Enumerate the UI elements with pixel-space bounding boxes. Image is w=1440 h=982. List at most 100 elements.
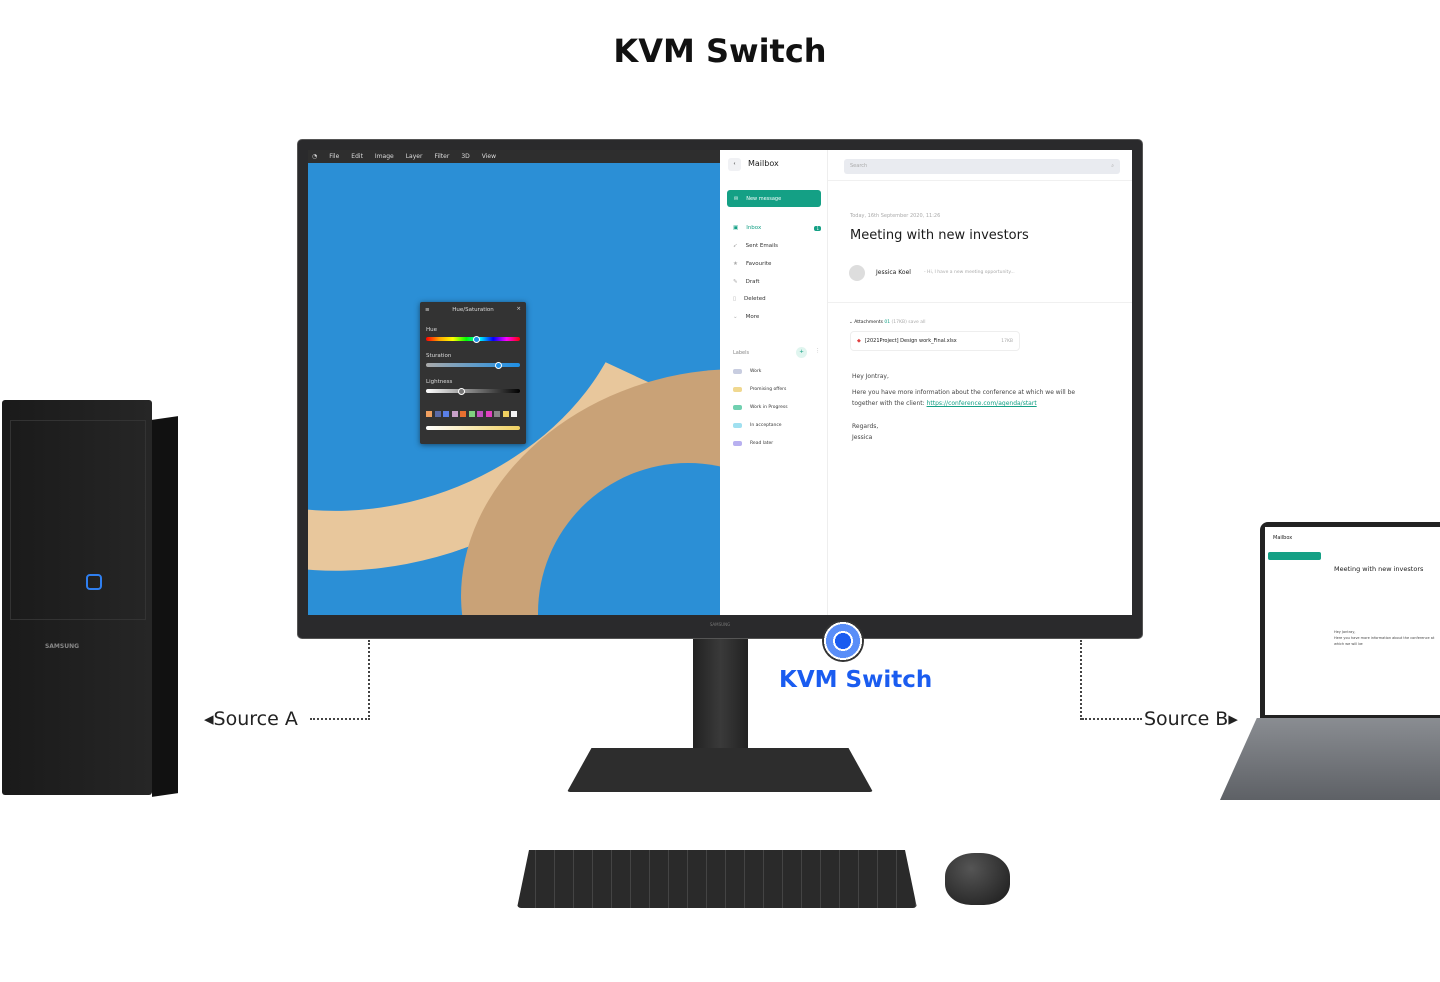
envelope-icon: ✉ [734, 195, 739, 202]
nav-more[interactable]: ⌄ More [733, 314, 759, 320]
menu-file[interactable]: File [329, 153, 339, 160]
file-name: [2021Project] Design work_Final.xlsx [864, 338, 957, 344]
color-swatch[interactable] [434, 411, 441, 417]
menu-filter[interactable]: Filter [434, 153, 449, 160]
lightness-slider-knob[interactable] [458, 387, 466, 395]
menu-3d[interactable]: 3D [461, 153, 469, 160]
avatar [849, 265, 865, 281]
label-item[interactable]: Promising offers [733, 387, 786, 392]
back-button[interactable]: ‹ [728, 158, 741, 171]
label-tag-icon [733, 441, 742, 446]
attachments-size: (17KB) [891, 320, 907, 325]
color-swatch[interactable] [477, 411, 483, 417]
nav-label: Inbox [746, 225, 762, 231]
nav-sent-emails[interactable]: ➹ Sent Emails [733, 243, 778, 249]
nav-label: Sent Emails [745, 243, 778, 249]
email-preview: - Hi, I have a new meeting opportunity..… [924, 270, 1015, 275]
labels-title: Labels [733, 350, 750, 356]
color-swatch[interactable] [468, 411, 475, 417]
save-all-link[interactable]: save all [908, 320, 925, 325]
color-swatch[interactable] [443, 411, 449, 417]
source-a-pc-tower: SAMSUNG [2, 400, 178, 797]
color-swatch[interactable] [494, 411, 500, 417]
attachments-row: ⌄ Attachments 01 (17KB) save all [849, 320, 926, 325]
connector-line-a-vertical [368, 640, 370, 720]
monitor-screen: ◔ File Edit Image Layer Filter 3D View ≡… [308, 150, 1132, 615]
send-icon: ➹ [733, 243, 738, 249]
kvm-switch-label: KVM Switch [779, 667, 933, 693]
hue-slider-knob[interactable] [473, 335, 481, 343]
label-text: Promising offers [750, 387, 787, 392]
attachment-file[interactable]: ◆ [2021Project] Design work_Final.xlsx 17K… [850, 331, 1020, 351]
label-text: Work [750, 369, 762, 374]
menu-layer[interactable]: Layer [406, 153, 423, 160]
color-swatch[interactable] [502, 411, 509, 417]
source-a-text: Source A [213, 708, 298, 730]
attachments-label: Attachments [854, 320, 883, 325]
conference-link[interactable]: https://conference.com/agenda/start [927, 400, 1037, 407]
label-item[interactable]: Read later [733, 441, 773, 446]
body-greeting: Hey Jontray, [852, 373, 889, 380]
menu-edit[interactable]: Edit [351, 153, 363, 160]
laptop-email-body: Hey Jontray, Here you have more informati… [1334, 629, 1440, 647]
laptop-body-line: Here you have more information about the… [1334, 636, 1435, 646]
label-text: Work in Progress [750, 405, 788, 410]
label-item[interactable]: Work [733, 369, 761, 374]
label-tag-icon [733, 405, 742, 410]
laptop-new-message-button [1268, 552, 1321, 560]
color-swatch[interactable] [426, 411, 432, 417]
label-tag-icon [733, 369, 742, 374]
sender-name: Jessica Koel [876, 269, 911, 276]
trash-icon: ▯ [733, 296, 737, 302]
menu-image[interactable]: Image [375, 153, 394, 160]
lightness-slider[interactable] [426, 387, 520, 395]
mouse [945, 853, 1010, 905]
more-options-icon[interactable]: ⋮ [815, 348, 821, 354]
color-swatch[interactable] [451, 411, 458, 417]
email-date: Today, 16th September 2020, 11:26 [850, 213, 941, 219]
laptop-mailbox-title: Mailbox [1273, 535, 1293, 541]
kvm-switch-button[interactable] [822, 620, 864, 662]
nav-favourite[interactable]: ★ Favourite [733, 261, 771, 267]
source-b-text: Source B [1144, 708, 1229, 730]
menu-view[interactable]: View [482, 153, 496, 160]
laptop-keyboard-deck [1220, 718, 1440, 800]
nav-label: More [745, 314, 760, 320]
color-swatch[interactable] [511, 411, 517, 417]
keyboard [517, 850, 917, 908]
color-range-slider[interactable] [426, 426, 520, 430]
add-label-button[interactable]: + [796, 347, 807, 358]
laptop-screen: Mailbox Meeting with new investors Hey J… [1265, 527, 1440, 715]
connector-line-b-vertical [1080, 640, 1082, 720]
page-title: KVM Switch [613, 32, 827, 70]
label-item[interactable]: Work in Progress [733, 405, 788, 410]
hue-saturation-panel: ≡ Hue/Saturation × Hue Sturation Lightne… [420, 302, 526, 444]
search-icon: ⌕ [1111, 163, 1114, 169]
nav-draft[interactable]: ✎ Draft [733, 279, 759, 285]
source-b-laptop: Mailbox Meeting with new investors Hey J… [1260, 522, 1440, 720]
label-text: Read later [750, 441, 774, 446]
label-item[interactable]: In acceptance [733, 423, 782, 428]
hue-slider[interactable] [426, 335, 520, 343]
nav-label: Deleted [744, 296, 766, 302]
saturation-slider-knob[interactable] [494, 361, 502, 369]
color-swatches [426, 411, 517, 417]
close-icon[interactable]: × [516, 306, 521, 312]
search-input[interactable]: Search ⌕ [844, 159, 1120, 174]
monitor-stand-neck [693, 636, 748, 752]
nav-label: Draft [745, 279, 760, 285]
monitor: ◔ File Edit Image Layer Filter 3D View ≡… [298, 140, 1142, 638]
email-subject: Meeting with new investors [850, 228, 1029, 243]
nav-inbox[interactable]: ▣ Inbox 1 [733, 225, 821, 231]
color-swatch[interactable] [460, 411, 466, 417]
label-text: In acceptance [750, 423, 782, 428]
saturation-slider[interactable] [426, 361, 520, 369]
body-line-2: together with the client: [852, 400, 925, 407]
color-swatch[interactable] [485, 411, 492, 417]
new-message-button[interactable]: ✉ New message [727, 190, 821, 207]
new-message-label: New message [746, 195, 782, 202]
lightness-label: Lightness [426, 379, 453, 385]
source-a-label: ◂Source A [204, 708, 298, 730]
editor-menubar: ◔ File Edit Image Layer Filter 3D View [308, 150, 720, 163]
nav-deleted[interactable]: ▯ Deleted [733, 296, 766, 302]
